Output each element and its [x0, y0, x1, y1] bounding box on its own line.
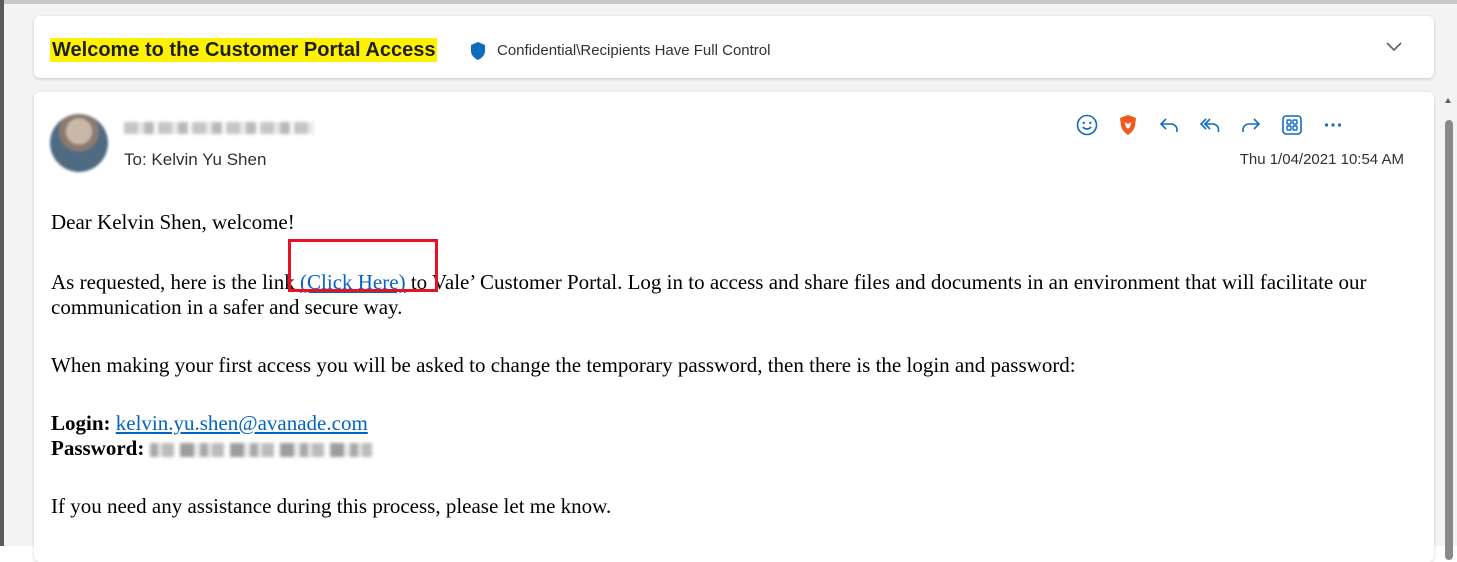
login-email-link[interactable]: kelvin.yu.shen@avanade.com	[116, 411, 368, 435]
smiley-icon[interactable]	[1074, 112, 1100, 138]
message-body: Dear Kelvin Shen, welcome! As requested,…	[51, 210, 1421, 519]
email-subject: Welcome to the Customer Portal Access	[50, 38, 438, 62]
subject-header: Welcome to the Customer Portal Access Co…	[34, 16, 1434, 78]
avatar[interactable]	[50, 114, 108, 172]
login-line: Login: kelvin.yu.shen@avanade.com	[51, 411, 1421, 436]
reply-all-icon[interactable]	[1197, 112, 1223, 138]
message-actions	[1074, 112, 1346, 138]
brave-shield-icon[interactable]	[1115, 112, 1141, 138]
body-paragraph-password: When making your first access you will b…	[51, 353, 1076, 377]
vertical-scrollbar[interactable]	[1440, 92, 1457, 560]
scroll-thumb[interactable]	[1445, 120, 1453, 560]
forward-icon[interactable]	[1238, 112, 1264, 138]
body-paragraph-link: As requested, here is the link (Click He…	[51, 239, 1367, 319]
highlighted-link-box: (Click Here)	[288, 239, 438, 295]
message-card: To: Kelvin Yu Shen Thu 1/04/2021 10:54 A…	[34, 92, 1434, 562]
sender-name-redacted[interactable]	[124, 122, 314, 134]
shield-icon	[471, 42, 485, 60]
login-label: Login:	[51, 411, 111, 435]
sent-date: Thu 1/04/2021 10:54 AM	[1239, 151, 1404, 168]
recipient-line: To: Kelvin Yu Shen	[124, 150, 267, 169]
sensitivity-label[interactable]: Confidential\Recipients Have Full Contro…	[497, 42, 770, 59]
password-redacted	[149, 443, 372, 458]
reply-icon[interactable]	[1156, 112, 1182, 138]
click-here-link[interactable]: (Click Here)	[300, 270, 406, 294]
scroll-up-icon[interactable]	[1445, 98, 1451, 103]
password-line: Password:	[51, 436, 1421, 461]
password-label: Password:	[51, 436, 145, 460]
closing-paragraph: If you need any assistance during this p…	[51, 494, 612, 518]
chevron-down-icon[interactable]	[1384, 38, 1404, 54]
more-icon[interactable]	[1320, 112, 1346, 138]
apps-icon[interactable]	[1279, 112, 1305, 138]
greeting: Dear Kelvin Shen, welcome!	[51, 210, 295, 234]
